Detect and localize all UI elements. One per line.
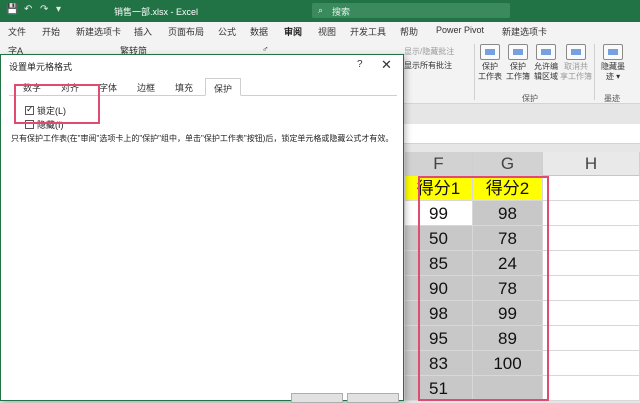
close-icon[interactable]: ✕ — [381, 57, 392, 73]
tab-power-pivot[interactable]: Power Pivot — [436, 25, 484, 35]
hide-ink-label-2: 迹 ▾ — [605, 72, 621, 81]
allow-edit-label-1: 允许编 — [534, 62, 558, 71]
protection-description: 只有保护工作表(在"审阅"选项卡上的"保护"组中，单击"保护工作表"按钮)后，锁… — [11, 134, 394, 143]
column-headers: F G H — [405, 152, 640, 176]
tab-new-1[interactable]: 新建选项卡 — [76, 25, 121, 38]
allow-edit-ranges-button[interactable]: 允许编 辑区域 — [532, 44, 560, 82]
unshare-label-1: 取消共 — [564, 62, 588, 71]
tab-file[interactable]: 文件 — [8, 25, 26, 38]
unshare-workbook-icon — [566, 44, 586, 60]
tab-formulas[interactable]: 公式 — [218, 25, 236, 38]
cell-h6[interactable] — [543, 301, 640, 326]
ok-button[interactable] — [291, 393, 343, 403]
cell-h1[interactable] — [543, 176, 640, 201]
allow-edit-label-2: 辑区域 — [534, 72, 558, 81]
undo-icon[interactable]: ↶ — [24, 4, 32, 15]
cell-h4[interactable] — [543, 251, 640, 276]
ribbon-tabs: 文件 开始 新建选项卡 插入 页面布局 公式 数据 审阅 视图 开发工具 帮助 … — [0, 22, 640, 42]
protect-sheet-label-1: 保护 — [482, 62, 498, 71]
highlight-checkboxes — [14, 84, 100, 124]
tab-insert[interactable]: 插入 — [134, 25, 152, 38]
search-icon: ⌕ — [318, 5, 324, 15]
protect-workbook-icon — [508, 44, 528, 60]
column-header-h[interactable]: H — [543, 152, 640, 176]
help-icon[interactable]: ? — [357, 59, 363, 70]
show-hide-comments-button[interactable]: 显示/隐藏批注 — [404, 46, 454, 57]
tab-page-layout[interactable]: 页面布局 — [168, 25, 204, 38]
hide-ink-icon — [603, 44, 623, 60]
ribbon-separator — [474, 44, 475, 100]
cell-h9[interactable] — [543, 376, 640, 401]
cell-h3[interactable] — [543, 226, 640, 251]
ribbon-fragment-icon[interactable]: ♂ — [262, 44, 269, 54]
protect-sheet-label-2: 工作表 — [478, 72, 502, 81]
tab-new-2[interactable]: 新建选项卡 — [502, 25, 547, 38]
unshare-workbook-button[interactable]: 取消共 享工作簿 — [560, 44, 592, 82]
cell-h5[interactable] — [543, 276, 640, 301]
tab-home[interactable]: 开始 — [42, 25, 60, 38]
dialog-tab-protection[interactable]: 保护 — [205, 78, 242, 96]
cell-h7[interactable] — [543, 326, 640, 351]
show-all-comments-button[interactable]: 显示所有批注 — [404, 60, 452, 71]
quick-access-icon[interactable]: ▾ — [56, 4, 61, 15]
search-placeholder: 搜索 — [332, 7, 351, 17]
cancel-button[interactable] — [347, 393, 399, 403]
protect-workbook-button[interactable]: 保护 工作簿 — [504, 44, 532, 82]
tab-help[interactable]: 帮助 — [400, 25, 418, 38]
unshare-label-2: 享工作簿 — [560, 72, 592, 81]
column-header-g[interactable]: G — [473, 152, 543, 176]
dialog-title: 设置单元格格式 — [9, 62, 73, 72]
protect-workbook-label-2: 工作簿 — [506, 72, 530, 81]
protect-workbook-label-1: 保护 — [510, 62, 526, 71]
dialog-tab-fill[interactable]: 填充 — [175, 81, 193, 94]
title-bar: 💾 ↶ ↷ ▾ 销售一部.xlsx - Excel ⌕ 搜索 — [0, 0, 640, 22]
allow-edit-ranges-icon — [536, 44, 556, 60]
dialog-tab-font[interactable]: 字体 — [99, 81, 117, 94]
dialog-title-bar[interactable]: 设置单元格格式 ? ✕ — [1, 55, 403, 75]
ribbon-separator-2 — [594, 44, 595, 100]
cell-h8[interactable] — [543, 351, 640, 376]
hide-ink-button[interactable]: 隐藏墨 迹 ▾ — [598, 44, 628, 82]
protect-sheet-icon — [480, 44, 500, 60]
redo-icon[interactable]: ↷ — [40, 4, 48, 15]
save-icon[interactable]: 💾 — [6, 4, 18, 15]
dialog-tab-border[interactable]: 边框 — [137, 81, 155, 94]
tab-view[interactable]: 视图 — [318, 25, 336, 38]
highlight-data-range — [418, 176, 549, 401]
cell-h2[interactable] — [543, 201, 640, 226]
protect-sheet-button[interactable]: 保护 工作表 — [476, 44, 504, 82]
tab-data[interactable]: 数据 — [250, 25, 268, 38]
hide-ink-label-1: 隐藏墨 — [601, 62, 625, 71]
tab-developer[interactable]: 开发工具 — [350, 25, 386, 38]
tab-review[interactable]: 审阅 — [284, 25, 303, 42]
column-header-f[interactable]: F — [405, 152, 473, 176]
search-box[interactable]: ⌕ 搜索 — [312, 3, 510, 18]
group-label-ink: 墨迹 — [604, 94, 620, 103]
group-label-protect: 保护 — [522, 94, 538, 103]
window-title: 销售一部.xlsx - Excel — [114, 7, 199, 17]
